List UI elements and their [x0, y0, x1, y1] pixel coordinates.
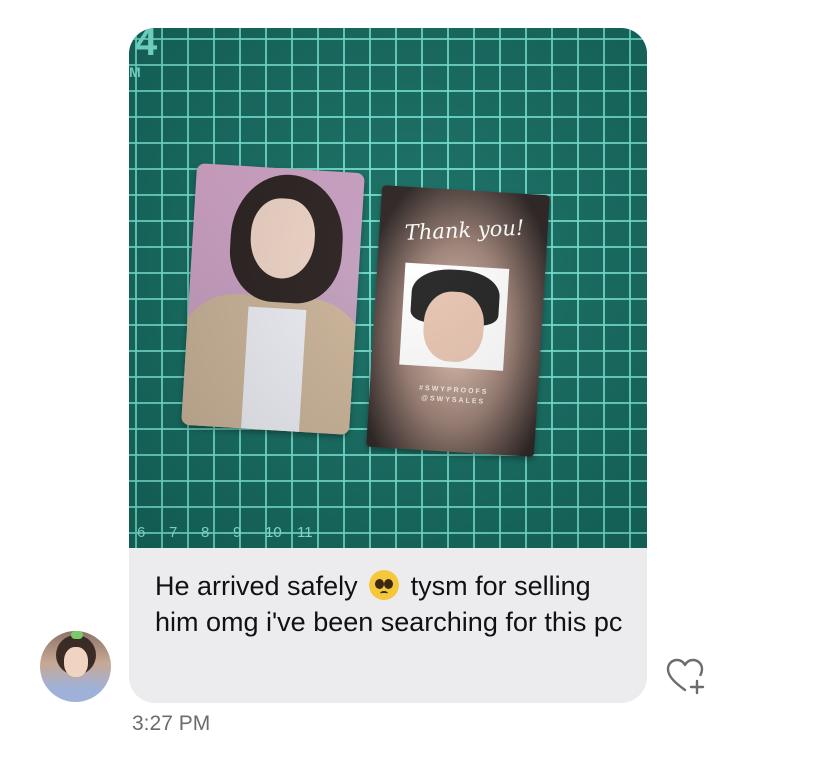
- photocard-right: Thank you! #SWYPROOFS @SWYSALES: [366, 185, 550, 457]
- ruler-number: 7: [169, 524, 178, 541]
- photocard-left: [181, 163, 365, 435]
- ruler-number: 11: [297, 524, 313, 541]
- ruler-number: 9: [233, 524, 242, 541]
- message-bubble[interactable]: 4 M Thank you! #SWYPROOFS @SWYSALES 6 7 …: [129, 28, 647, 703]
- message-timestamp: 3:27 PM: [132, 712, 211, 735]
- card-thank-text: Thank you!: [404, 215, 525, 245]
- pleading-face-emoji: [369, 570, 400, 600]
- ruler-number: 8: [201, 524, 210, 541]
- ruler-number: 6: [137, 524, 146, 541]
- mat-label-large: 4: [135, 28, 158, 64]
- sender-avatar[interactable]: [40, 631, 111, 702]
- message-text-part1: He arrived safely: [155, 571, 358, 601]
- message-photo[interactable]: 4 M Thank you! #SWYPROOFS @SWYSALES 6 7 …: [129, 28, 647, 548]
- mat-ruler: 6 7 8 9 10 11: [137, 524, 329, 541]
- message-text: He arrived safely tysm for selling him o…: [155, 568, 625, 640]
- mat-label-small: M: [129, 64, 141, 80]
- card-watermark: #SWYPROOFS @SWYSALES: [418, 384, 489, 406]
- ruler-number: 10: [265, 524, 282, 541]
- heart-plus-icon[interactable]: [664, 656, 706, 698]
- card-inner-photo: [399, 262, 510, 371]
